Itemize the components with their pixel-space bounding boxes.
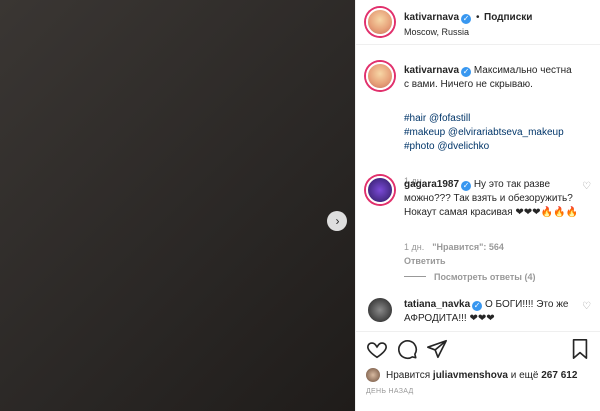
- post-photo-placeholder: [0, 0, 355, 411]
- next-slide-button[interactable]: ›: [327, 211, 347, 231]
- view-replies-button[interactable]: Посмотреть ответы (4): [404, 272, 535, 282]
- post-date[interactable]: ДЕНЬ НАЗАД: [366, 388, 414, 395]
- avatar[interactable]: [366, 296, 394, 324]
- caption-username[interactable]: kativarnava: [404, 65, 459, 76]
- comments-list[interactable]: kativarnava ✓ Максимально честна с вами. …: [356, 46, 600, 331]
- comment-text: tatiana_navka ✓ О БОГИ!!!! Это же АФРОДИТ…: [404, 299, 569, 324]
- comment-icon[interactable]: [396, 338, 418, 360]
- share-icon[interactable]: [426, 338, 448, 360]
- bookmark-icon[interactable]: [569, 338, 591, 360]
- avatar[interactable]: [366, 62, 394, 90]
- author-username[interactable]: kativarnava ✓: [404, 12, 472, 24]
- caption-hashtag-photo[interactable]: #photo @dvelichko: [404, 140, 579, 154]
- verified-icon: ✓: [461, 181, 472, 191]
- verified-icon: ✓: [461, 67, 472, 77]
- reply-button[interactable]: Ответить: [404, 256, 446, 266]
- separator-dot: •: [476, 12, 480, 23]
- verified-icon: ✓: [461, 14, 472, 24]
- likes-count[interactable]: 267 612: [541, 370, 577, 381]
- likes-summary: Нравится juliavmenshova и ещё 267 612: [366, 368, 577, 382]
- avatar[interactable]: [366, 176, 394, 204]
- instagram-post: › kativarnava ✓ • Подписки Moscow, Russia…: [0, 0, 600, 411]
- caption-hashtag-makeup[interactable]: #makeup @elvirariabtseva_makeup: [404, 126, 579, 140]
- follow-button[interactable]: Подписки: [484, 12, 532, 23]
- comment-text: gagara1987 ✓ Ну это так разве можно??? Та…: [404, 179, 578, 218]
- post-media[interactable]: ›: [0, 0, 355, 411]
- comment-username[interactable]: gagara1987: [404, 179, 459, 190]
- caption-hashtag-hair[interactable]: #hair @fofastill: [404, 112, 579, 126]
- comment-like-count[interactable]: "Нравится": 564: [432, 242, 504, 252]
- avatar[interactable]: [366, 368, 380, 382]
- comment-like-icon[interactable]: ♡: [582, 181, 591, 192]
- comment-username[interactable]: tatiana_navka: [404, 299, 470, 310]
- avatar[interactable]: [366, 8, 394, 36]
- comment-like-icon[interactable]: ♡: [582, 301, 591, 312]
- location-link[interactable]: Moscow, Russia: [404, 27, 469, 37]
- verified-icon: ✓: [472, 301, 483, 311]
- heart-icon[interactable]: [366, 338, 388, 360]
- comment-time: 1 дн.: [404, 242, 425, 252]
- chevron-right-icon: ›: [335, 214, 340, 228]
- liker-username[interactable]: juliavmenshova: [433, 370, 508, 381]
- caption-text: kativarnava ✓ Максимально честна с вами. …: [404, 64, 579, 92]
- post-panel: kativarnava ✓ • Подписки Moscow, Russia k…: [355, 0, 600, 411]
- post-header: kativarnava ✓ • Подписки Moscow, Russia: [356, 0, 600, 45]
- post-actions: Нравится juliavmenshova и ещё 267 612 ДЕ…: [356, 331, 600, 411]
